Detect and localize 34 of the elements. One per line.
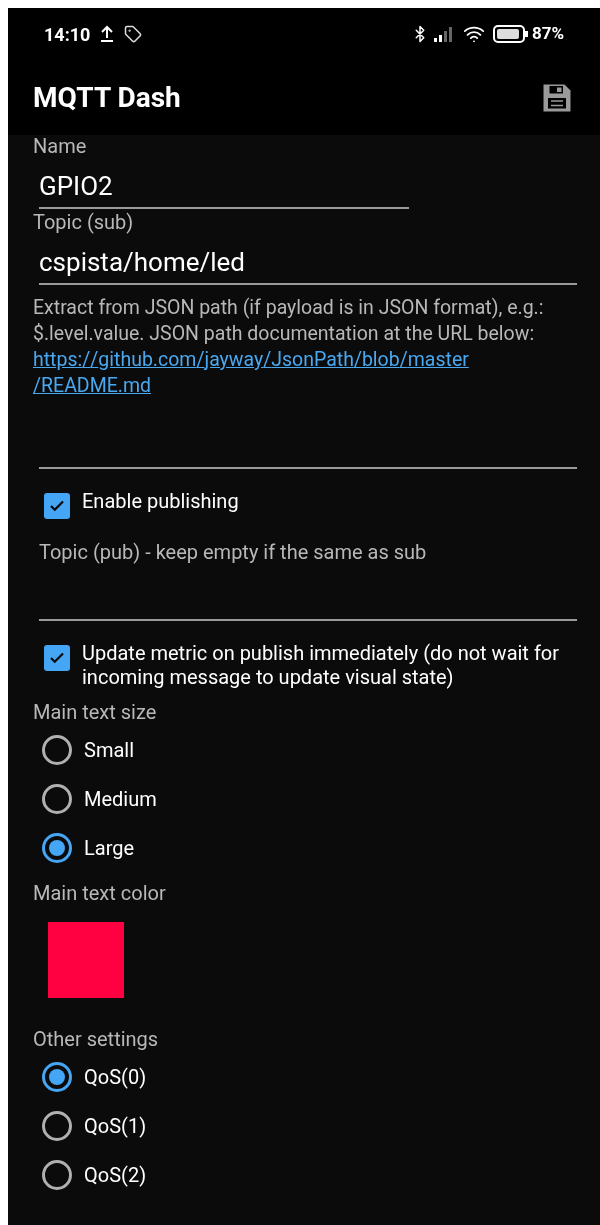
- radio-label[interactable]: QoS(1): [84, 1110, 147, 1141]
- tag-icon: [124, 25, 143, 43]
- section-label: Main text color: [33, 880, 167, 906]
- signal-icon: [432, 26, 455, 42]
- radio-label[interactable]: QoS(2): [84, 1159, 147, 1190]
- radio-label[interactable]: Small: [84, 734, 135, 765]
- checkbox[interactable]: [44, 645, 70, 671]
- checkbox-label[interactable]: Update metric on publish immediately (do not wait for incoming message to update visual state): [82, 641, 575, 689]
- radio-button[interactable]: [42, 1110, 72, 1141]
- battery-icon: [492, 25, 529, 43]
- radio-button[interactable]: [42, 1159, 72, 1190]
- radio-button[interactable]: [42, 734, 72, 765]
- radio-label[interactable]: Medium: [84, 783, 157, 814]
- radio-label[interactable]: Large: [84, 832, 135, 863]
- help-text: Extract from JSON path (if payload is in JSON format), e.g.: $.level.value. JSON path documentation at the URL below:: [33, 295, 545, 347]
- radio-button[interactable]: [42, 832, 72, 863]
- section-label: Other settings: [33, 1026, 160, 1052]
- radio-button[interactable]: [42, 1061, 72, 1092]
- field-label: Name: [33, 133, 88, 159]
- field-label: Topic (sub): [33, 209, 135, 235]
- radio-label[interactable]: QoS(0): [84, 1061, 147, 1092]
- color-swatch[interactable]: [48, 922, 124, 998]
- upload-icon: [100, 25, 115, 43]
- documentation-link[interactable]: https://github.com/jayway/JsonPath/blob/master/README.md: [33, 347, 533, 399]
- checkbox[interactable]: [44, 493, 70, 519]
- status-time: 14:10: [44, 22, 91, 47]
- battery-percent: 87%: [531, 22, 564, 46]
- input-field[interactable]: cspista/home/led: [39, 245, 577, 285]
- input-field[interactable]: GPIO2: [39, 169, 409, 209]
- checkbox-label[interactable]: Enable publishing: [82, 489, 239, 513]
- radio-button[interactable]: [42, 783, 72, 814]
- input-field[interactable]: Topic (pub) - keep empty if the same as sub: [39, 539, 577, 621]
- section-label: Main text size: [33, 699, 158, 725]
- app-title: MQTT Dash: [33, 79, 181, 116]
